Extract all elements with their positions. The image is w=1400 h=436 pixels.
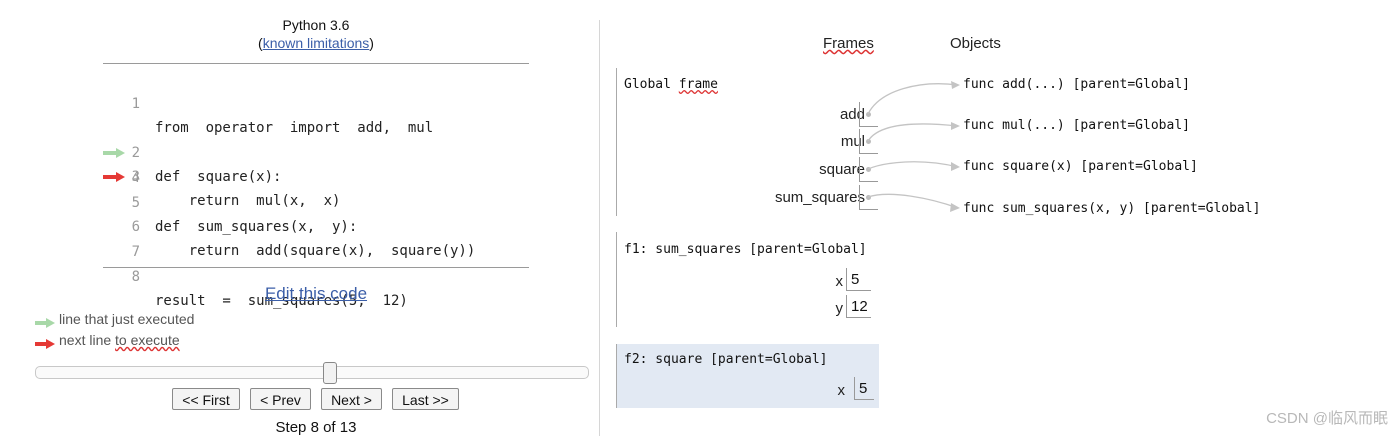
code-line-6: 6 return add(square(x), square(y)) — [103, 191, 529, 259]
step-slider-handle[interactable] — [323, 362, 337, 384]
arrowhead-icon — [950, 203, 960, 212]
pointer-dot-icon — [866, 167, 871, 172]
code-listing: 1 from operator import add, mul 2 def sq… — [103, 63, 529, 309]
spellcheck-word: to execute — [115, 332, 180, 348]
known-limitations-link[interactable]: known limitations — [263, 35, 370, 51]
step-slider-track[interactable] — [35, 366, 589, 379]
edit-code-link[interactable]: Edit this code — [0, 284, 632, 304]
var-value-x: 5 — [846, 268, 871, 291]
watermark: CSDN @临风而眠 — [1266, 410, 1388, 427]
frame-f2: f2: square [parent=Global] x 5 — [616, 344, 879, 408]
frame-title: f1: sum_squares [parent=Global] — [624, 242, 867, 257]
next-line-legend-arrow-icon — [35, 336, 55, 352]
limitations-close-paren: ) — [369, 35, 374, 51]
frame-f1: f1: sum_squares [parent=Global] x y 5 12 — [616, 232, 879, 327]
code-line-8: 8 result = sum_squares(5, 12) — [103, 241, 529, 309]
code-line-3: 3 return mul(x, x) — [103, 117, 529, 209]
pointer-arrow-square — [867, 161, 959, 170]
pane-divider — [599, 20, 600, 436]
code-line-4: 4 — [103, 142, 529, 186]
pointer-dot-icon — [866, 139, 871, 144]
pointer-arrow-sum-squares — [867, 193, 959, 209]
pointer-dot-icon — [866, 112, 871, 117]
spellcheck-word: frame — [678, 77, 718, 92]
code-line-1: 1 from operator import add, mul — [103, 68, 529, 136]
next-line-arrow-icon — [103, 124, 125, 182]
frame-title: f2: square [parent=Global] — [624, 352, 828, 367]
first-button[interactable]: << First — [172, 388, 240, 410]
var-name-x: x — [837, 382, 846, 399]
next-button[interactable]: Next > — [321, 388, 382, 410]
var-name-x: x — [835, 273, 844, 290]
python-version-label: Python 3.6 — [282, 17, 350, 33]
pointer-dot-icon — [866, 195, 871, 200]
arrowhead-icon — [951, 81, 960, 89]
frame-title: Global frame — [624, 77, 718, 92]
code-line-5: 5 def sum_squares(x, y): — [103, 167, 529, 235]
prev-button[interactable]: < Prev — [250, 388, 311, 410]
pointer-arrow-add — [867, 83, 959, 115]
just-executed-arrow-icon — [103, 100, 125, 158]
code-line-7: 7 — [103, 216, 529, 260]
arrowhead-icon — [951, 122, 960, 130]
step-counter: Step 8 of 13 — [275, 419, 357, 436]
code-line-2: 2 def square(x): — [103, 93, 529, 185]
legend-label: next line to execute — [59, 332, 180, 348]
var-name-sum-squares: sum_squares — [774, 189, 865, 206]
last-button[interactable]: Last >> — [392, 388, 459, 410]
object-func-add: func add(...) [parent=Global] — [963, 77, 1190, 92]
limitations-line: (known limitations) — [0, 35, 632, 51]
var-value-x: 5 — [854, 377, 874, 400]
object-func-square: func square(x) [parent=Global] — [963, 159, 1198, 174]
just-executed-legend-arrow-icon — [35, 315, 55, 331]
legend-label: line that just executed — [59, 311, 195, 327]
var-value-y: 12 — [846, 295, 871, 318]
arrowhead-icon — [951, 162, 960, 171]
object-func-mul: func mul(...) [parent=Global] — [963, 118, 1190, 133]
pointer-arrow-mul — [867, 123, 959, 142]
object-func-sum-squares: func sum_squares(x, y) [parent=Global] — [963, 201, 1261, 216]
global-frame: Global frame add mul square sum_squares — [616, 68, 879, 216]
global-frame-title: Global frame — [624, 77, 718, 92]
objects-header: Objects — [950, 35, 1001, 52]
frames-header: Frames — [823, 35, 874, 52]
var-name-y: y — [835, 300, 844, 317]
